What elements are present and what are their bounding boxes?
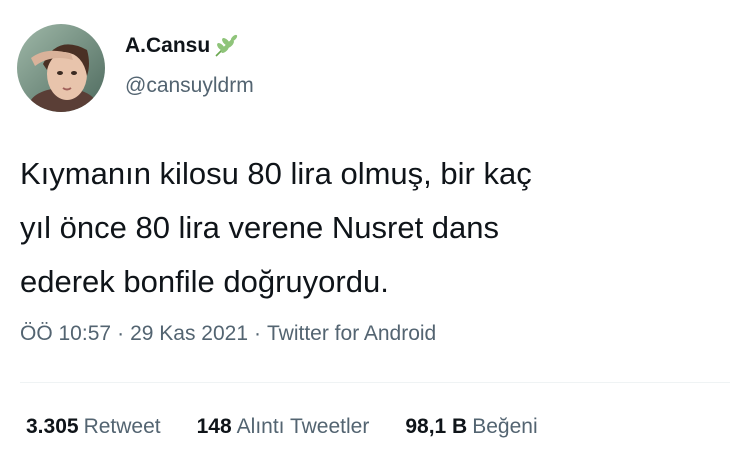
leaf-icon [213,33,239,59]
avatar[interactable] [17,24,105,112]
author-handle[interactable]: @cansuyldrm [125,74,254,98]
stat-number: 3.305 [26,415,79,438]
tweet-time[interactable]: ÖÖ 10:57 [20,322,111,345]
author-name-row[interactable]: A.Cansu [125,33,239,59]
like-count[interactable]: 98,1 B Beğeni [405,415,537,439]
avatar-image [17,24,105,112]
stat-label: Retweet [83,415,161,438]
stat-label: Beğeni [472,415,538,438]
stat-number: 98,1 B [405,415,468,438]
retweet-count[interactable]: 3.305 Retweet [26,415,161,439]
tweet-text: Kıymanın kilosu 80 lira olmuş, bir kaç y… [20,147,720,309]
divider [20,382,730,383]
quote-tweet-count[interactable]: 148 Alıntı Tweetler [197,415,370,439]
tweet-text-line: ederek bonfile doğruyordu. [20,264,389,299]
stat-label: Alıntı Tweetler [236,415,370,438]
tweet-meta: ÖÖ 10:57 · 29 Kas 2021 · Twitter for Android [20,322,436,346]
meta-separator: · [117,322,125,345]
stat-number: 148 [196,415,232,438]
meta-separator: · [254,322,261,345]
tweet-text-line: Kıymanın kilosu 80 lira olmuş, bir kaç [20,156,532,191]
tweet-source[interactable]: Twitter for Android [267,322,436,345]
author-display-name: A.Cansu [125,34,211,57]
tweet-text-line: yıl önce 80 lira verene Nusret dans [20,210,500,245]
tweet-date[interactable]: 29 Kas 2021 [130,322,248,345]
tweet-card: A.Cansu @cansuyldrm Kıymanın kilosu 80 l… [0,0,750,473]
tweet-stats: 3.305 Retweet 148 Alıntı Tweetler 98,1 B Be… [26,415,574,439]
